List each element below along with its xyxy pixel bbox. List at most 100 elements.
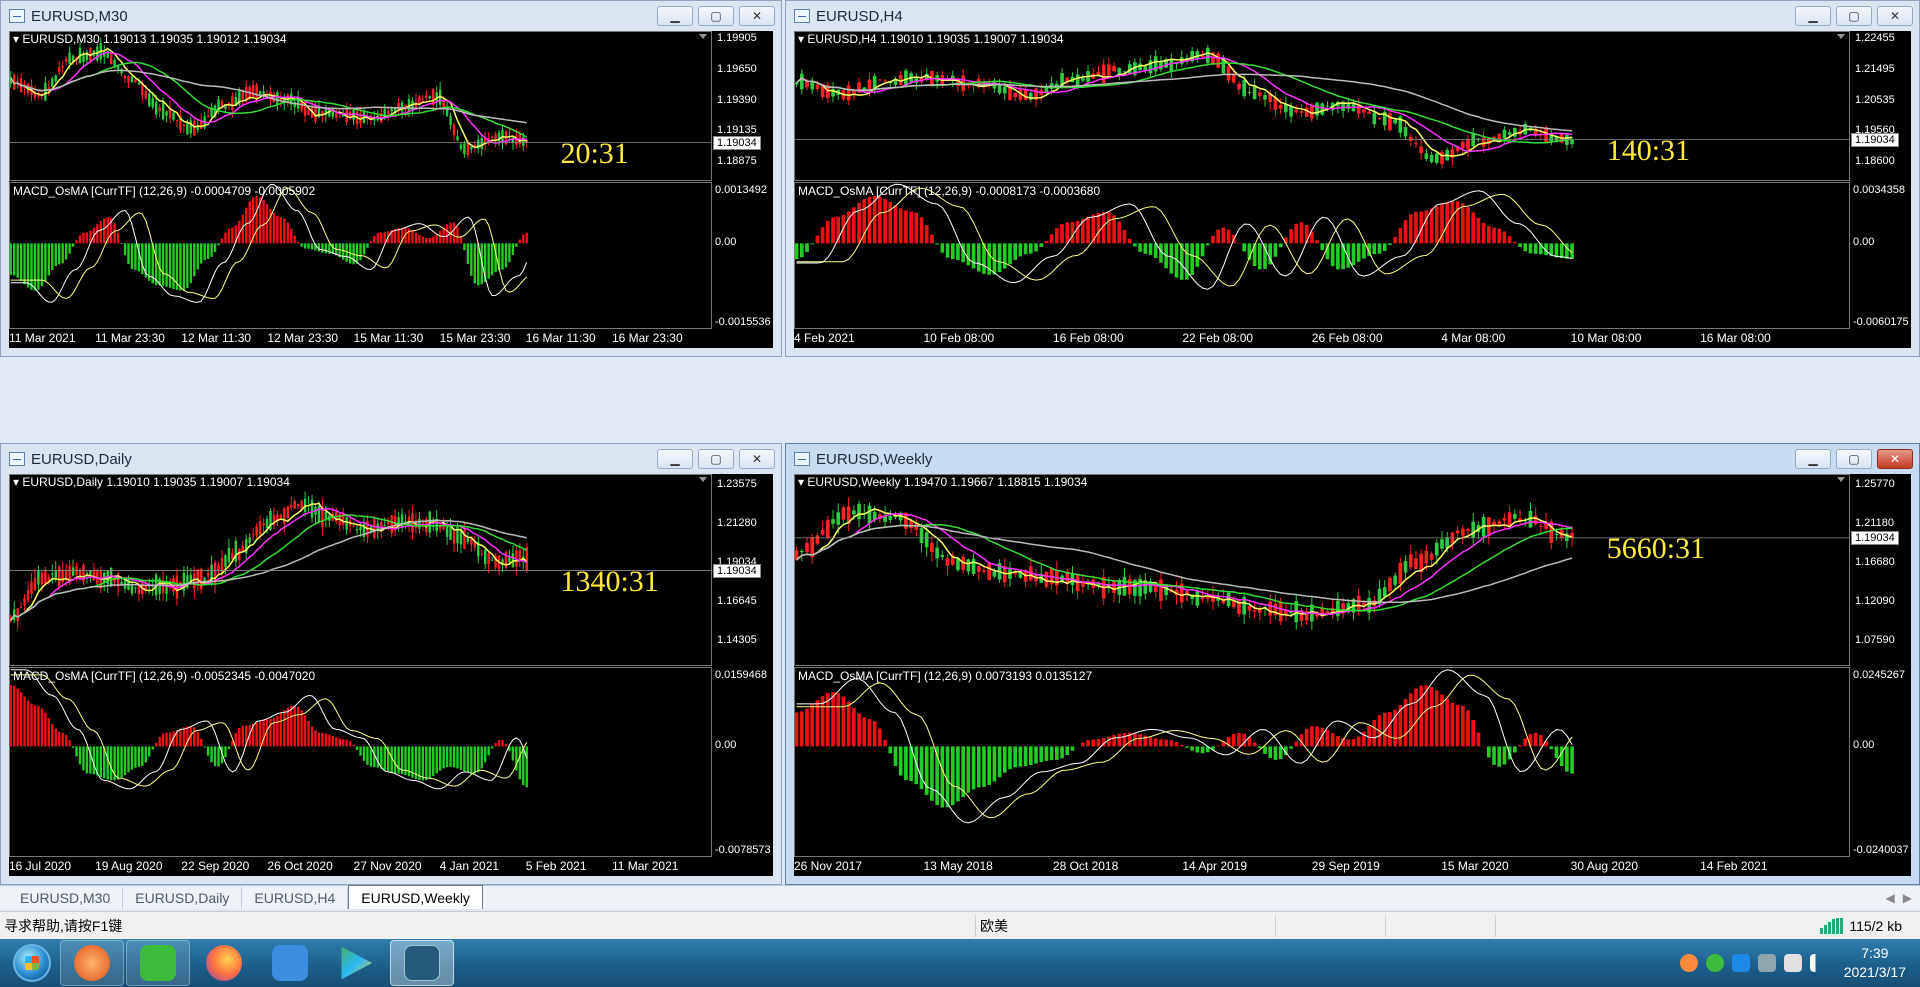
taskbar-app-orange[interactable] (60, 940, 124, 986)
price-axis-label: 1.16680 (1855, 555, 1895, 568)
window-title: EURUSD,H4 (816, 7, 903, 25)
minimize-button[interactable]: ▁ (1795, 6, 1831, 26)
chart-shift-marker (1837, 34, 1845, 39)
bar-countdown-timer: 1340:31 (560, 564, 659, 598)
time-axis-label: 12 Mar 23:30 (267, 331, 339, 345)
ma-long-line (796, 524, 1573, 604)
chart-tabs: EURUSD,M30 EURUSD,Daily EURUSD,H4 EURUSD… (0, 885, 1920, 909)
close-button[interactable]: ✕ (1877, 6, 1913, 26)
chart-header: ▾ EURUSD,Daily 1.19010 1.19035 1.19007 1… (13, 475, 290, 489)
chart-area[interactable]: ▾ EURUSD,Daily 1.19010 1.19035 1.19007 1… (9, 474, 773, 876)
tray-network-tool-icon[interactable] (1757, 954, 1776, 972)
tray-shield-icon[interactable] (1731, 954, 1750, 972)
network-signal-icon[interactable] (1809, 954, 1828, 972)
chart-area[interactable]: ▾ EURUSD,M30 1.19013 1.19035 1.19012 1.1… (9, 31, 773, 348)
chart-window-icon (794, 452, 810, 466)
chart-header: ▾ EURUSD,Weekly 1.19470 1.19667 1.18815 … (798, 475, 1088, 489)
window-titlebar[interactable]: EURUSD,H4 ▁ ▢ ✕ (786, 1, 1919, 31)
close-button[interactable]: ✕ (739, 449, 775, 469)
taskbar-app-video[interactable] (324, 940, 388, 986)
tab-scroll-right-icon[interactable]: ▶ (1903, 891, 1912, 905)
osc-axis-label: 0.00 (715, 739, 737, 752)
ma-slow-line (10, 61, 528, 138)
osc-axis-label: 0.00 (715, 236, 737, 249)
time-axis-label: 16 Feb 08:00 (1052, 331, 1124, 345)
candlesticks (794, 497, 1574, 630)
window-title: EURUSD,Weekly (816, 450, 933, 468)
time-axis-label: 4 Jan 2021 (439, 859, 500, 873)
osc-axis-label: 0.00 (1853, 236, 1875, 249)
time-axis-label: 4 Feb 2021 (794, 331, 855, 345)
oscillator-header: MACD_OsMA [CurrTF] (12,26,9) -0.0052345 … (13, 669, 316, 683)
chart-window-daily[interactable]: EURUSD,Daily ▁ ▢ ✕ ▾ EURUSD,Daily 1.1901… (0, 443, 782, 885)
price-axis-label: 1.19905 (717, 32, 757, 45)
price-axis-label: 1.20535 (1855, 93, 1895, 106)
start-button[interactable] (6, 940, 58, 986)
maximize-button[interactable]: ▢ (1836, 6, 1872, 26)
tray-app-icon[interactable] (1679, 954, 1698, 972)
time-axis-label: 15 Mar 2020 (1441, 859, 1509, 873)
tab-eurusd-h4[interactable]: EURUSD,H4 (242, 887, 349, 909)
taskbar-app-terminal[interactable] (390, 940, 454, 986)
close-button[interactable]: ✕ (1877, 449, 1913, 469)
minimize-button[interactable]: ▁ (657, 6, 693, 26)
status-profile: 欧美 (975, 914, 1275, 937)
candlesticks (794, 44, 1574, 169)
time-axis-label: 5 Feb 2021 (525, 859, 587, 873)
price-axis-label: 1.21280 (717, 516, 757, 529)
time-axis-label: 11 Mar 23:30 (95, 331, 165, 345)
chart-window-m30[interactable]: EURUSD,M30 ▁ ▢ ✕ ▾ EURUSD,M30 1.19013 1.… (0, 0, 782, 357)
current-price-label: 1.19034 (713, 135, 761, 150)
price-axis-label: 1.19390 (717, 93, 757, 106)
bar-countdown-timer: 140:31 (1606, 133, 1691, 167)
time-axis-label: 16 Jul 2020 (9, 859, 72, 873)
close-button[interactable]: ✕ (739, 6, 775, 26)
tab-scroll-left-icon[interactable]: ◀ (1886, 891, 1895, 905)
maximize-button[interactable]: ▢ (1836, 449, 1872, 469)
current-price-label: 1.19034 (1851, 132, 1899, 147)
status-empty-2 (1385, 914, 1495, 937)
chart-window-weekly[interactable]: EURUSD,Weekly ▁ ▢ ✕ ▾ EURUSD,Weekly 1.19… (785, 443, 1920, 885)
window-titlebar[interactable]: EURUSD,Weekly ▁ ▢ ✕ (786, 444, 1919, 474)
tray-wechat-icon[interactable] (1705, 954, 1724, 972)
window-title: EURUSD,Daily (31, 450, 132, 468)
chart-window-h4[interactable]: EURUSD,H4 ▁ ▢ ✕ ▾ EURUSD,H4 1.19010 1.19… (785, 0, 1920, 357)
window-titlebar[interactable]: EURUSD,M30 ▁ ▢ ✕ (1, 1, 781, 31)
time-axis-label: 10 Feb 08:00 (923, 331, 995, 345)
system-clock[interactable]: 7:39 2021/3/17 (1844, 944, 1906, 982)
chart-area[interactable]: ▾ EURUSD,Weekly 1.19470 1.19667 1.18815 … (794, 474, 1911, 876)
tab-eurusd-weekly[interactable]: EURUSD,Weekly (348, 885, 483, 909)
candlesticks (9, 491, 528, 630)
minimize-button[interactable]: ▁ (657, 449, 693, 469)
taskbar-app-wechat[interactable] (126, 940, 190, 986)
price-axis-label: 1.19135 (717, 124, 757, 137)
price-axis-label: 1.25770 (1855, 477, 1895, 490)
tab-eurusd-daily[interactable]: EURUSD,Daily (123, 887, 243, 909)
windows-logo-icon (13, 944, 51, 982)
time-axis-label: 16 Mar 23:30 (611, 331, 683, 345)
minimize-button[interactable]: ▁ (1795, 449, 1831, 469)
taskbar-app-note[interactable] (258, 940, 322, 986)
price-axis-label: 1.21180 (1855, 516, 1894, 529)
time-axis-label: 19 Aug 2020 (95, 859, 163, 873)
firefox-icon (206, 945, 242, 981)
speaker-icon[interactable] (1783, 954, 1802, 972)
window-titlebar[interactable]: EURUSD,Daily ▁ ▢ ✕ (1, 444, 781, 474)
chart-area[interactable]: ▾ EURUSD,H4 1.19010 1.19035 1.19007 1.19… (794, 31, 1911, 348)
connection-status[interactable]: 115/2 kb (1820, 917, 1902, 934)
taskbar-app-firefox[interactable] (192, 940, 256, 986)
price-axis-label: 1.21495 (1855, 62, 1895, 75)
tab-eurusd-m30[interactable]: EURUSD,M30 (8, 887, 124, 909)
status-bar: 寻求帮助,请按F1键 欧美 115/2 kb (0, 911, 1920, 939)
osc-axis-label: -0.0060175 (1853, 316, 1909, 328)
osc-axis-label: -0.0240037 (1853, 844, 1909, 856)
time-axis-label: 30 Aug 2020 (1570, 859, 1639, 873)
time-axis-label: 11 Mar 2021 (9, 331, 76, 345)
maximize-button[interactable]: ▢ (698, 6, 734, 26)
price-axis-label: 1.23575 (717, 477, 757, 490)
note-app-icon (272, 945, 308, 981)
chart-window-icon (9, 452, 25, 466)
time-axis-label: 28 Oct 2018 (1052, 859, 1119, 873)
price-axis-label: 1.12090 (1855, 595, 1895, 607)
maximize-button[interactable]: ▢ (698, 449, 734, 469)
